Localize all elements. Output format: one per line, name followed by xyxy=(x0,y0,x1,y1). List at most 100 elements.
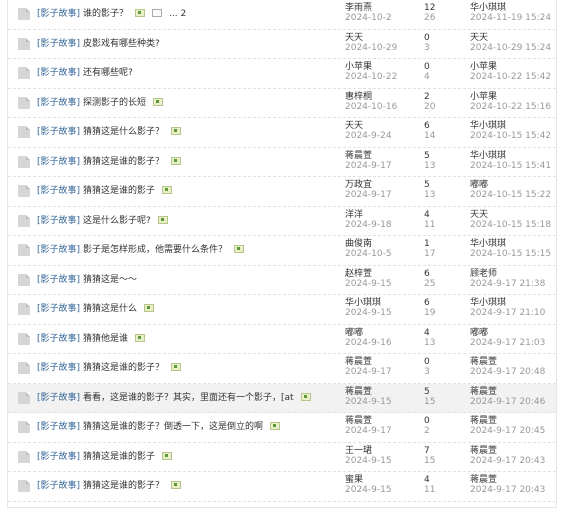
last-post-time[interactable]: 2024-9-17 21:03 xyxy=(470,338,545,348)
thread-author-link[interactable]: 蒋晨萱 xyxy=(345,151,392,161)
thread-title-link[interactable]: 皮影戏有哪些种类? xyxy=(83,39,160,49)
thread-author-link[interactable]: 华小琪琪 xyxy=(345,298,392,308)
thread-category-link[interactable]: [影子故事] xyxy=(37,186,80,196)
thread-author-link[interactable]: 洋洋 xyxy=(345,210,392,220)
thread-author-link[interactable]: 万政宜 xyxy=(345,180,392,190)
thread-category-link[interactable]: [影子故事] xyxy=(37,216,80,226)
thread-category-link[interactable]: [影子故事] xyxy=(37,68,80,78)
thread-title-link[interactable]: 猜猜这是什么 xyxy=(83,304,137,314)
thread-title-link[interactable]: 猜猜这是谁的影子 xyxy=(83,186,155,196)
last-post-time[interactable]: 2024-10-15 15:15 xyxy=(470,249,551,259)
thread-reply-count[interactable]: 2 xyxy=(424,92,435,102)
thread-category-link[interactable]: [影子故事] xyxy=(37,157,80,167)
thread-category-link[interactable]: [影子故事] xyxy=(37,275,80,285)
last-post-time[interactable]: 2024-10-15 15:18 xyxy=(470,220,551,230)
thread-reply-count[interactable]: 7 xyxy=(424,446,435,456)
thread-category-link[interactable]: [影子故事] xyxy=(37,245,80,255)
thread-category-link[interactable]: [影子故事] xyxy=(37,334,80,344)
thread-author-link[interactable]: 天天 xyxy=(345,33,397,43)
last-poster-link[interactable]: 天天 xyxy=(470,33,551,43)
thread-author-link[interactable]: 惠梓桐 xyxy=(345,92,397,102)
thread-reply-count[interactable]: 0 xyxy=(424,416,430,426)
thread-author-link[interactable]: 曲俊南 xyxy=(345,239,392,249)
last-post-time[interactable]: 2024-9-17 21:10 xyxy=(470,308,545,318)
last-post-time[interactable]: 2024-9-17 21:38 xyxy=(470,279,545,289)
thread-author-link[interactable]: 天天 xyxy=(345,121,392,131)
thread-category-link[interactable]: [影子故事] xyxy=(37,452,80,462)
last-poster-link[interactable]: 蒋晨萱 xyxy=(470,387,545,397)
last-poster-link[interactable]: 蒋晨萱 xyxy=(470,416,545,426)
last-post-time[interactable]: 2024-10-29 15:24 xyxy=(470,43,551,53)
last-poster-link[interactable]: 小苹果 xyxy=(470,62,551,72)
thread-title-link[interactable]: 猜猜这是谁的影子？ xyxy=(83,363,164,373)
thread-category-link[interactable]: [影子故事] xyxy=(37,304,80,314)
last-poster-link[interactable]: 顾老师 xyxy=(470,269,545,279)
last-poster-link[interactable]: 华小琪琪 xyxy=(470,239,551,249)
thread-title-link[interactable]: 猜猜他是谁 xyxy=(83,334,128,344)
thread-title-link[interactable]: 猜猜这是谁的影子？倒透一下，这是倒立的啊 xyxy=(83,422,263,432)
thread-title-link[interactable]: 猜猜这是～～ xyxy=(83,275,137,285)
last-post-time[interactable]: 2024-9-17 20:45 xyxy=(470,426,545,436)
thread-reply-count[interactable]: 4 xyxy=(424,210,435,220)
thread-category-link[interactable]: [影子故事] xyxy=(37,39,80,49)
thread-category-link[interactable]: [影子故事] xyxy=(37,393,80,403)
last-post-time[interactable]: 2024-9-17 20:46 xyxy=(470,397,545,407)
thread-title-link[interactable]: 猜猜这是谁的影子 xyxy=(83,452,155,462)
thread-title-link[interactable]: 看看，这是谁的影子？其实，里面还有一个影子，[at xyxy=(83,393,294,403)
thread-reply-count[interactable]: 0 xyxy=(424,62,430,72)
last-poster-link[interactable]: 华小琪琪 xyxy=(470,3,551,13)
last-poster-link[interactable]: 蒋晨萱 xyxy=(470,446,545,456)
thread-author-link[interactable]: 蒋晨萱 xyxy=(345,416,392,426)
last-post-time[interactable]: 2024-9-17 20:43 xyxy=(470,485,545,495)
last-post-time[interactable]: 2024-10-22 15:16 xyxy=(470,102,551,112)
thread-reply-count[interactable]: 6 xyxy=(424,298,435,308)
thread-reply-count[interactable]: 0 xyxy=(424,357,430,367)
thread-reply-count[interactable]: 0 xyxy=(424,33,430,43)
last-post-time[interactable]: 2024-11-19 15:24 xyxy=(470,13,551,23)
last-poster-link[interactable]: 小苹果 xyxy=(470,92,551,102)
thread-author-link[interactable]: 小苹果 xyxy=(345,62,397,72)
last-poster-link[interactable]: 蒋晨萱 xyxy=(470,475,545,485)
thread-title-link[interactable]: 探测影子的长短 xyxy=(83,98,146,108)
thread-reply-count[interactable]: 6 xyxy=(424,121,435,131)
last-post-time[interactable]: 2024-10-22 15:42 xyxy=(470,72,551,82)
last-post-time[interactable]: 2024-9-17 20:43 xyxy=(470,456,545,466)
thread-reply-count[interactable]: 5 xyxy=(424,387,435,397)
thread-category-link[interactable]: [影子故事] xyxy=(37,481,80,491)
last-poster-link[interactable]: 天天 xyxy=(470,210,551,220)
thread-title-link[interactable]: 猜猜这是谁的影子？ xyxy=(83,157,164,167)
thread-reply-count[interactable]: 4 xyxy=(424,328,435,338)
thread-title-link[interactable]: 还有哪些呢? xyxy=(83,68,133,78)
thread-title-link[interactable]: 猜猜这是什么影子？ xyxy=(83,127,164,137)
thread-author-link[interactable]: 嘟嘟 xyxy=(345,328,392,338)
thread-title-link[interactable]: 谁的影子？ xyxy=(83,9,128,19)
thread-category-link[interactable]: [影子故事] xyxy=(37,9,80,19)
last-poster-link[interactable]: 嘟嘟 xyxy=(470,180,551,190)
last-post-time[interactable]: 2024-10-15 15:22 xyxy=(470,190,551,200)
thread-author-link[interactable]: 赵梓萱 xyxy=(345,269,392,279)
last-poster-link[interactable]: 嘟嘟 xyxy=(470,328,545,338)
thread-reply-count[interactable]: 6 xyxy=(424,269,435,279)
thread-reply-count[interactable]: 1 xyxy=(424,239,435,249)
thread-reply-count[interactable]: 5 xyxy=(424,180,435,190)
thread-reply-count[interactable]: 12 xyxy=(424,3,435,13)
thread-title-link[interactable]: 这是什么影子呢? xyxy=(83,216,151,226)
last-post-time[interactable]: 2024-10-15 15:42 xyxy=(470,131,551,141)
thread-category-link[interactable]: [影子故事] xyxy=(37,363,80,373)
thread-title-link[interactable]: 猜猜这是谁的影子？ xyxy=(83,481,164,491)
last-post-time[interactable]: 2024-9-17 20:48 xyxy=(470,367,545,377)
thread-category-link[interactable]: [影子故事] xyxy=(37,127,80,137)
thread-category-link[interactable]: [影子故事] xyxy=(37,422,80,432)
thread-author-link[interactable]: 蒋晨萱 xyxy=(345,357,392,367)
thread-reply-count[interactable]: 4 xyxy=(424,475,435,485)
thread-title-link[interactable]: 影子是怎样形成，他需要什么条件？ xyxy=(83,245,227,255)
last-post-time[interactable]: 2024-10-15 15:41 xyxy=(470,161,551,171)
thread-author-link[interactable]: 蒋晨萱 xyxy=(345,387,392,397)
thread-author-link[interactable]: 李雨熹 xyxy=(345,3,392,13)
thread-author-link[interactable]: 蜜果 xyxy=(345,475,392,485)
thread-pages-link[interactable]: ... 2 xyxy=(169,9,186,19)
last-poster-link[interactable]: 蒋晨萱 xyxy=(470,357,545,367)
last-poster-link[interactable]: 华小琪琪 xyxy=(470,298,545,308)
last-poster-link[interactable]: 华小琪琪 xyxy=(470,151,551,161)
thread-reply-count[interactable]: 5 xyxy=(424,151,435,161)
